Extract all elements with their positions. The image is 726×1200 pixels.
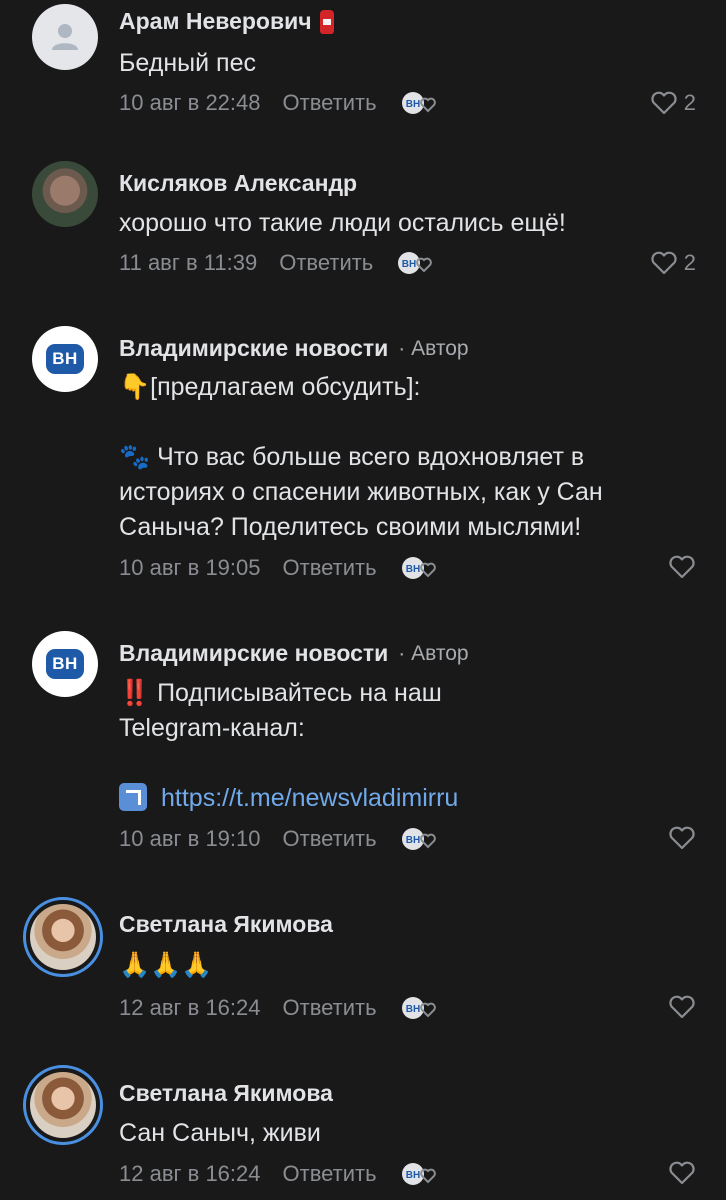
vh-reaction-icon[interactable]: ВН: [401, 91, 439, 115]
comment-text-line: ‼️ Подписывайтесь на наш Telegram-канал:: [119, 679, 442, 742]
vh-reaction-icon[interactable]: ВН: [401, 827, 439, 851]
author-name[interactable]: Светлана Якимова: [119, 911, 333, 938]
heart-icon: [669, 995, 695, 1019]
author-name[interactable]: Светлана Якимова: [119, 1080, 333, 1107]
user-photo: [30, 1072, 96, 1138]
comment-meta: 12 авг в 16:24 Ответить ВН: [119, 1161, 439, 1187]
like-button[interactable]: 2: [650, 90, 696, 116]
comment-meta: 10 авг в 19:10 Ответить ВН: [119, 826, 439, 852]
comment-time: 12 авг в 16:24: [119, 1161, 261, 1186]
author-name[interactable]: Владимирские новости: [119, 640, 388, 667]
reply-button[interactable]: Ответить: [279, 250, 373, 276]
svg-text:ВН: ВН: [405, 564, 419, 575]
comment-text-line: 👇[предлагаем обсудить]:: [119, 373, 421, 401]
comment-meta: 10 авг в 22:48 Ответить ВН: [119, 90, 439, 116]
comment-author[interactable]: Кисляков Александр: [119, 170, 357, 197]
heart-icon: [669, 555, 695, 579]
reply-button[interactable]: Ответить: [283, 1161, 377, 1187]
comment-author[interactable]: Светлана Якимова: [119, 1080, 333, 1107]
comment-text: Сан Саныч, живи: [119, 1119, 321, 1147]
author-badge: · Автор: [398, 641, 469, 665]
vh-reaction-icon[interactable]: ВН: [401, 556, 439, 580]
comment-time: 10 авг в 19:10: [119, 826, 261, 851]
reply-button[interactable]: Ответить: [283, 555, 377, 581]
vh-reaction-icon[interactable]: ВН: [401, 996, 439, 1020]
comment-text: хорошо что такие люди остались ещё!: [119, 209, 566, 237]
avatar[interactable]: ВН: [32, 631, 98, 697]
heart-icon: [651, 91, 677, 115]
author-name[interactable]: Арам Неверович: [119, 8, 312, 35]
user-placeholder-icon: [52, 24, 78, 50]
arrow-up-right-emoji-icon: [119, 783, 147, 811]
comment-text: ‼️ Подписывайтесь на наш Telegram-канал:…: [119, 676, 679, 816]
reply-button[interactable]: Ответить: [283, 826, 377, 852]
author-name[interactable]: Кисляков Александр: [119, 170, 357, 197]
comment-text-line: 🐾 Что вас больше всего вдохновляет в ист…: [119, 443, 603, 541]
comment-author[interactable]: Владимирские новости · Автор: [119, 335, 469, 362]
avatar[interactable]: [23, 1065, 103, 1145]
avatar[interactable]: ВН: [32, 326, 98, 392]
fire-extinguisher-emoji-icon: [319, 9, 334, 34]
svg-text:ВН: ВН: [405, 835, 419, 846]
like-button[interactable]: [668, 995, 696, 1019]
author-name[interactable]: Владимирские новости: [119, 335, 388, 362]
svg-text:ВН: ВН: [405, 1170, 419, 1181]
like-count: 2: [683, 90, 696, 115]
comment-time: 10 авг в 22:48: [119, 90, 261, 115]
reply-button[interactable]: Ответить: [283, 995, 377, 1021]
comment-meta: 11 авг в 11:39 Ответить ВН: [119, 250, 435, 276]
vh-reaction-icon[interactable]: ВН: [397, 251, 435, 275]
avatar[interactable]: [23, 897, 103, 977]
like-button[interactable]: [668, 555, 696, 579]
author-badge: · Автор: [398, 336, 469, 360]
svg-text:ВН: ВН: [405, 1004, 419, 1015]
comment-text: Бедный пес: [119, 49, 256, 77]
heart-icon: [669, 826, 695, 850]
heart-icon: [669, 1161, 695, 1185]
user-photo: [30, 904, 96, 970]
comment-time: 11 авг в 11:39: [119, 250, 258, 275]
brand-logo: ВН: [46, 649, 84, 679]
like-count: 2: [683, 250, 696, 275]
svg-text:ВН: ВН: [402, 259, 416, 270]
comment-author[interactable]: Арам Неверович: [119, 8, 334, 35]
like-button[interactable]: 2: [650, 250, 696, 276]
comment-time: 12 авг в 16:24: [119, 995, 261, 1020]
comment-text: 👇[предлагаем обсудить]: 🐾 Что вас больше…: [119, 370, 679, 545]
comment-meta: 10 авг в 19:05 Ответить ВН: [119, 555, 439, 581]
comment-time: 10 авг в 19:05: [119, 555, 261, 580]
vh-reaction-icon[interactable]: ВН: [401, 1162, 439, 1186]
like-button[interactable]: [668, 826, 696, 850]
comment-author[interactable]: Светлана Якимова: [119, 911, 333, 938]
comment-author[interactable]: Владимирские новости · Автор: [119, 640, 469, 667]
heart-icon: [651, 251, 677, 275]
brand-logo: ВН: [46, 344, 84, 374]
avatar[interactable]: [32, 4, 98, 70]
reply-button[interactable]: Ответить: [283, 90, 377, 116]
avatar[interactable]: [32, 161, 98, 227]
comment-meta: 12 авг в 16:24 Ответить ВН: [119, 995, 439, 1021]
link-line: https://t.me/newsvladimirru: [119, 781, 679, 816]
comment-text: 🙏🙏🙏: [119, 951, 213, 979]
svg-text:ВН: ВН: [405, 99, 419, 110]
telegram-link[interactable]: https://t.me/newsvladimirru: [161, 784, 458, 812]
like-button[interactable]: [668, 1161, 696, 1185]
